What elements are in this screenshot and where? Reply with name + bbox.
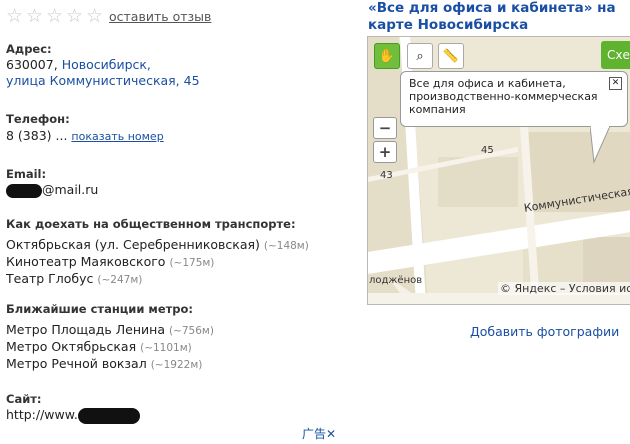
show-number-link[interactable]: показать номер xyxy=(71,130,163,143)
star-icon[interactable]: ☆ xyxy=(6,7,25,26)
street-name: лоджёнов xyxy=(369,275,423,286)
balloon-line: компания xyxy=(409,103,466,116)
stop-distance: (~247м) xyxy=(97,274,143,286)
add-photos-link[interactable]: Добавить фотографии xyxy=(470,324,619,339)
transport-stop: Кинотеатр Маяковского (~175м) xyxy=(6,254,214,269)
redaction-mark xyxy=(77,407,140,424)
stop-name: Кинотеатр Маяковского xyxy=(6,254,166,269)
email-label: Email: xyxy=(6,167,47,181)
close-icon[interactable]: ✕ xyxy=(609,77,622,90)
station-distance: (~1922м) xyxy=(150,359,203,371)
transport-label: Как доехать на общественном транспорте: xyxy=(6,217,296,231)
tool-ruler-button[interactable]: 📏 xyxy=(438,43,464,69)
email-suffix: @mail.ru xyxy=(42,182,99,197)
address-line-1: 630007, Новосибирск, xyxy=(6,57,151,72)
hand-icon: ✋ xyxy=(378,48,396,64)
star-icon[interactable]: ☆ xyxy=(46,7,65,26)
house-number: 45 xyxy=(481,145,494,156)
balloon-line: Все для офиса и кабинета, xyxy=(409,77,566,90)
phone-label: Телефон: xyxy=(6,112,70,126)
transport-stop: Октябрьская (ул. Серебренниковская) (~14… xyxy=(6,237,309,252)
redaction-mark xyxy=(6,183,42,198)
site-line: http://www. xyxy=(6,407,140,424)
tool-zoom-area-button[interactable]: ⌕ xyxy=(407,43,433,69)
postcode: 630007, xyxy=(6,57,58,72)
station-distance: (~1101м) xyxy=(140,342,192,354)
phone-line: 8 (383) ... показать номер xyxy=(6,128,164,143)
station-distance: (~756м) xyxy=(168,325,214,337)
star-icon[interactable]: ☆ xyxy=(26,7,45,26)
magnifier-icon: ⌕ xyxy=(416,48,424,64)
info-balloon: Все для офиса и кабинета, производственн… xyxy=(400,71,628,127)
stop-distance: (~175м) xyxy=(169,257,215,269)
station-name: Метро Октябрьская xyxy=(6,339,137,354)
address-label: Адрес: xyxy=(6,42,52,56)
stop-name: Октябрьская (ул. Серебренниковская) xyxy=(6,237,260,252)
zoom-out-button[interactable]: − xyxy=(373,117,397,139)
zoom-in-button[interactable]: + xyxy=(373,141,397,163)
balloon-line: производственно-коммерческая xyxy=(409,90,598,103)
metro-station: Метро Октябрьская (~1101м) xyxy=(6,339,192,354)
ad-label[interactable]: 广告✕ xyxy=(302,425,336,442)
star-icon[interactable]: ☆ xyxy=(66,7,85,26)
star-icon[interactable]: ☆ xyxy=(86,7,105,26)
address-line-2: улица Коммунистическая, 45 xyxy=(6,73,200,88)
ruler-icon: 📏 xyxy=(442,48,460,64)
stop-distance: (~148м) xyxy=(263,240,309,252)
map-title: «Все для офиса и кабинета» на карте Ново… xyxy=(368,0,616,33)
map-type-button[interactable]: Схе xyxy=(601,41,630,69)
leave-review-link[interactable]: оставить отзыв xyxy=(109,9,211,24)
map-widget[interactable]: ✋ ⌕ 📏 Схе − + Все для офиса и кабинета, … xyxy=(367,36,630,305)
rating-stars[interactable]: ☆ ☆ ☆ ☆ ☆ xyxy=(6,7,105,26)
map-copyright[interactable]: © Яндекс – Условия ис xyxy=(498,282,630,295)
phone-number: 8 (383) ... xyxy=(6,128,68,143)
station-name: Метро Площадь Ленина xyxy=(6,322,165,337)
tool-hand-button[interactable]: ✋ xyxy=(374,43,400,69)
house-number: 43 xyxy=(380,170,393,181)
station-name: Метро Речной вокзал xyxy=(6,356,147,371)
site-label: Сайт: xyxy=(6,392,42,406)
street-link[interactable]: улица Коммунистическая, 45 xyxy=(6,73,200,88)
site-prefix[interactable]: http://www. xyxy=(6,407,78,422)
stop-name: Театр Глобус xyxy=(6,271,94,286)
city-link[interactable]: Новосибирск, xyxy=(62,57,151,72)
metro-label: Ближайшие станции метро: xyxy=(6,302,194,316)
metro-station: Метро Площадь Ленина (~756м) xyxy=(6,322,214,337)
metro-station: Метро Речной вокзал (~1922м) xyxy=(6,356,202,371)
transport-stop: Театр Глобус (~247м) xyxy=(6,271,142,286)
balloon-tail xyxy=(590,126,611,164)
email-line: @mail.ru xyxy=(6,182,98,198)
